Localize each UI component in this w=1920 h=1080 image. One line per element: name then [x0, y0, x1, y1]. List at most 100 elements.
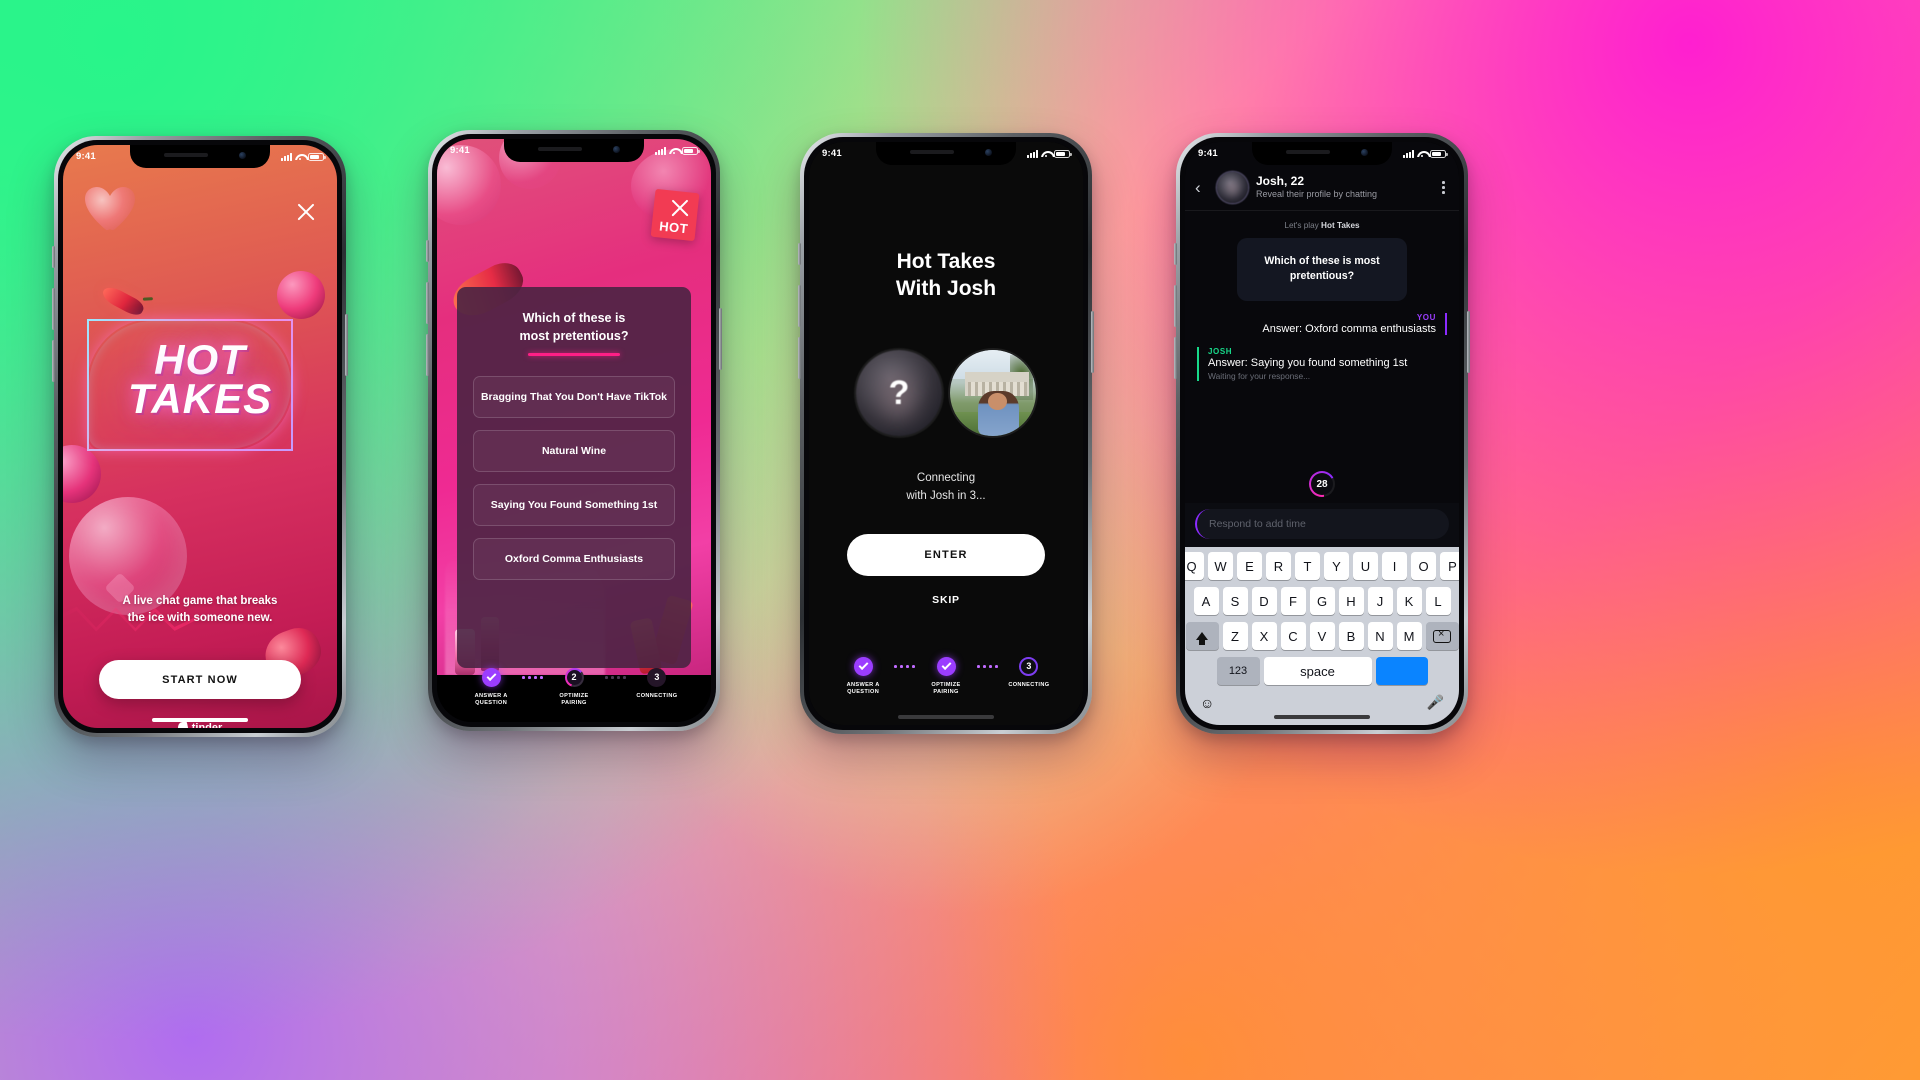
wifi-icon [669, 147, 679, 155]
key-p[interactable]: P [1440, 552, 1459, 580]
numbers-key[interactable]: 123 [1216, 657, 1260, 685]
message-text: Answer: Saying you found something 1st [1208, 356, 1408, 369]
chili-decoration-icon [99, 283, 147, 319]
phone-3-screen: Hot Takes With Josh ? Connecting with Jo… [809, 142, 1083, 725]
key-v[interactable]: V [1309, 622, 1335, 650]
key-s[interactable]: S [1222, 587, 1248, 615]
key-e[interactable]: E [1237, 552, 1262, 580]
key-d[interactable]: D [1251, 587, 1277, 615]
skip-button[interactable]: SKIP [809, 594, 1083, 606]
key-t[interactable]: T [1295, 552, 1320, 580]
message-input[interactable]: Respond to add time [1195, 509, 1449, 539]
avatar[interactable] [1217, 172, 1248, 203]
answer-option[interactable]: Oxford Comma Enthusiasts [473, 537, 675, 580]
key-a[interactable]: A [1193, 587, 1219, 615]
power-button[interactable] [1467, 311, 1470, 373]
silent-switch[interactable] [52, 246, 55, 268]
power-button[interactable] [345, 314, 348, 376]
progress-stepper: ANSWER A QUESTION OPTIMIZE PAIRING 3 CON… [809, 656, 1083, 697]
connecting-status: Connecting with Josh in 3... [809, 470, 1083, 506]
silent-switch[interactable] [426, 240, 429, 262]
input-placeholder: Respond to add time [1209, 518, 1306, 530]
silent-switch[interactable] [1174, 243, 1177, 265]
question-line-2: pretentious? [1289, 270, 1355, 283]
key-j[interactable]: J [1367, 587, 1393, 615]
question-line-1: Which of these is most [1264, 255, 1380, 267]
step-label: OPTIMIZE PAIRING [931, 681, 961, 696]
volume-up-button[interactable] [798, 285, 801, 327]
message-text: Answer: Oxford comma enthusiasts [1262, 322, 1436, 335]
phone-4-screen: ‹ Josh, 22 Reveal their profile by chatt… [1185, 142, 1459, 725]
volume-down-button[interactable] [798, 337, 801, 379]
key-w[interactable]: W [1208, 552, 1233, 580]
silent-switch[interactable] [798, 243, 801, 265]
splash-subtitle: A live chat game that breaks the ice wit… [63, 593, 337, 626]
chat-input-area: Respond to add time [1185, 503, 1459, 547]
answer-option[interactable]: Saying You Found Something 1st [473, 483, 675, 526]
key-l[interactable]: L [1425, 587, 1451, 615]
key-u[interactable]: U [1353, 552, 1378, 580]
power-button[interactable] [719, 308, 722, 370]
battery-icon [682, 146, 700, 155]
step-label: CONNECTING [636, 692, 678, 699]
home-indicator[interactable] [898, 715, 994, 719]
power-button[interactable] [1091, 311, 1094, 373]
volume-up-button[interactable] [426, 282, 429, 324]
phone-bezel: 9:41 HOT TAKES A live chat game that bre… [58, 140, 342, 733]
volume-down-button[interactable] [52, 340, 55, 382]
key-o[interactable]: O [1411, 552, 1436, 580]
phone-frame: HOT Which of these is most pretentious? [426, 130, 722, 731]
chat-body: Let's play Hot Takes Which of these is m… [1185, 211, 1459, 503]
answer-option[interactable]: Bragging That You Don't Have TikTok [473, 375, 675, 418]
home-indicator[interactable] [1274, 715, 1370, 719]
key-h[interactable]: H [1338, 587, 1364, 615]
back-button[interactable]: ‹ [1195, 179, 1209, 196]
microphone-icon[interactable]: 🎤 [1427, 694, 1444, 711]
close-button[interactable] [295, 201, 317, 223]
key-r[interactable]: R [1266, 552, 1291, 580]
volume-down-button[interactable] [1174, 337, 1177, 379]
key-y[interactable]: Y [1324, 552, 1349, 580]
phone-frame: ‹ Josh, 22 Reveal their profile by chatt… [1174, 133, 1470, 734]
chat-subtitle: Reveal their profile by chatting [1256, 189, 1378, 200]
step-optimize-pairing: 2 OPTIMIZE PAIRING [543, 668, 605, 708]
message-josh: JOSH Answer: Saying you found something … [1197, 346, 1447, 381]
key-c[interactable]: C [1280, 622, 1306, 650]
message-you: YOU Answer: Oxford comma enthusiasts [1197, 312, 1447, 335]
backspace-icon[interactable] [1425, 622, 1459, 650]
key-f[interactable]: F [1280, 587, 1306, 615]
status-time: 9:41 [1198, 148, 1218, 159]
phone-bezel: ‹ Josh, 22 Reveal their profile by chatt… [1180, 137, 1464, 730]
home-indicator[interactable] [152, 718, 248, 722]
close-button[interactable] [669, 197, 691, 219]
go-key[interactable] [1375, 657, 1428, 685]
wifi-icon [1417, 150, 1427, 158]
shift-icon[interactable] [1185, 622, 1219, 650]
key-z[interactable]: Z [1222, 622, 1248, 650]
chat-title: Josh, 22 [1256, 174, 1305, 189]
key-m[interactable]: M [1396, 622, 1422, 650]
avatar-unknown: ? [856, 350, 942, 436]
system-message: Let's play Hot Takes [1197, 221, 1447, 230]
volume-up-button[interactable] [52, 288, 55, 330]
key-k[interactable]: K [1396, 587, 1422, 615]
key-n[interactable]: N [1367, 622, 1393, 650]
keyboard-bottom-row: ☺ 🎤 [1188, 692, 1456, 725]
space-key[interactable]: space [1263, 657, 1372, 685]
key-q[interactable]: Q [1185, 552, 1204, 580]
key-x[interactable]: X [1251, 622, 1277, 650]
enter-button[interactable]: ENTER [847, 534, 1045, 576]
volume-down-button[interactable] [426, 334, 429, 376]
start-now-button[interactable]: START NOW [99, 660, 301, 699]
emoji-icon[interactable]: ☺ [1200, 695, 1214, 711]
brand-label: tinder [191, 722, 223, 728]
key-g[interactable]: G [1309, 587, 1335, 615]
volume-up-button[interactable] [1174, 285, 1177, 327]
step-marker-active: 2 [565, 668, 584, 687]
key-i[interactable]: I [1382, 552, 1407, 580]
key-b[interactable]: B [1338, 622, 1364, 650]
keyboard-row-1: Q W E R T Y U I O P [1185, 552, 1459, 580]
tinder-brand: tinder [63, 721, 337, 728]
answer-option[interactable]: Natural Wine [473, 429, 675, 472]
more-vertical-icon[interactable] [1438, 177, 1449, 198]
